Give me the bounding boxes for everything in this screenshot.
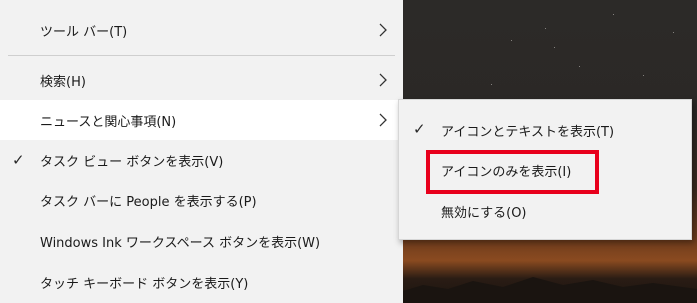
menu-item-show-touch-keyboard[interactable]: タッチ キーボード ボタンを表示(Y) bbox=[0, 262, 403, 302]
chevron-right-icon bbox=[379, 73, 387, 87]
menu-item-label: 検索(H) bbox=[40, 74, 86, 90]
submenu-item-disable[interactable]: 無効にする(O) bbox=[399, 191, 691, 231]
chevron-right-icon bbox=[379, 23, 387, 37]
mountain-silhouette bbox=[403, 277, 697, 303]
menu-item-show-task-view-button[interactable]: ✓ タスク ビュー ボタンを表示(V) bbox=[0, 140, 403, 180]
menu-item-label: ニュースと関心事項(N) bbox=[40, 114, 177, 130]
submenu-item-show-icon-and-text[interactable]: ✓ アイコンとテキストを表示(T) bbox=[399, 110, 691, 150]
annotation-highlight-box bbox=[426, 150, 599, 194]
menu-item-label: タスク ビュー ボタンを表示(V) bbox=[40, 154, 224, 170]
menu-item-label: タスク バーに People を表示する(P) bbox=[40, 194, 257, 210]
chevron-right-icon bbox=[379, 113, 387, 127]
checkmark-icon: ✓ bbox=[413, 120, 426, 138]
menu-item-toolbar[interactable]: ツール バー(T) bbox=[0, 10, 403, 50]
menu-separator bbox=[8, 55, 395, 56]
menu-item-label: タッチ キーボード ボタンを表示(Y) bbox=[40, 276, 249, 292]
menu-item-news-and-interests[interactable]: ニュースと関心事項(N) bbox=[0, 100, 403, 140]
taskbar-context-menu: ツール バー(T) 検索(H) ニュースと関心事項(N) ✓ タスク ビュー ボ… bbox=[0, 0, 403, 303]
submenu-item-label: 無効にする(O) bbox=[441, 206, 527, 221]
menu-item-search[interactable]: 検索(H) bbox=[0, 60, 403, 100]
menu-item-show-windows-ink[interactable]: Windows Ink ワークスペース ボタンを表示(W) bbox=[0, 221, 403, 261]
menu-item-label: Windows Ink ワークスペース ボタンを表示(W) bbox=[40, 235, 321, 251]
submenu-item-label: アイコンとテキストを表示(T) bbox=[441, 125, 615, 140]
checkmark-icon: ✓ bbox=[12, 151, 25, 169]
menu-item-label: ツール バー(T) bbox=[40, 24, 128, 40]
menu-item-show-people[interactable]: タスク バーに People を表示する(P) bbox=[0, 180, 403, 220]
